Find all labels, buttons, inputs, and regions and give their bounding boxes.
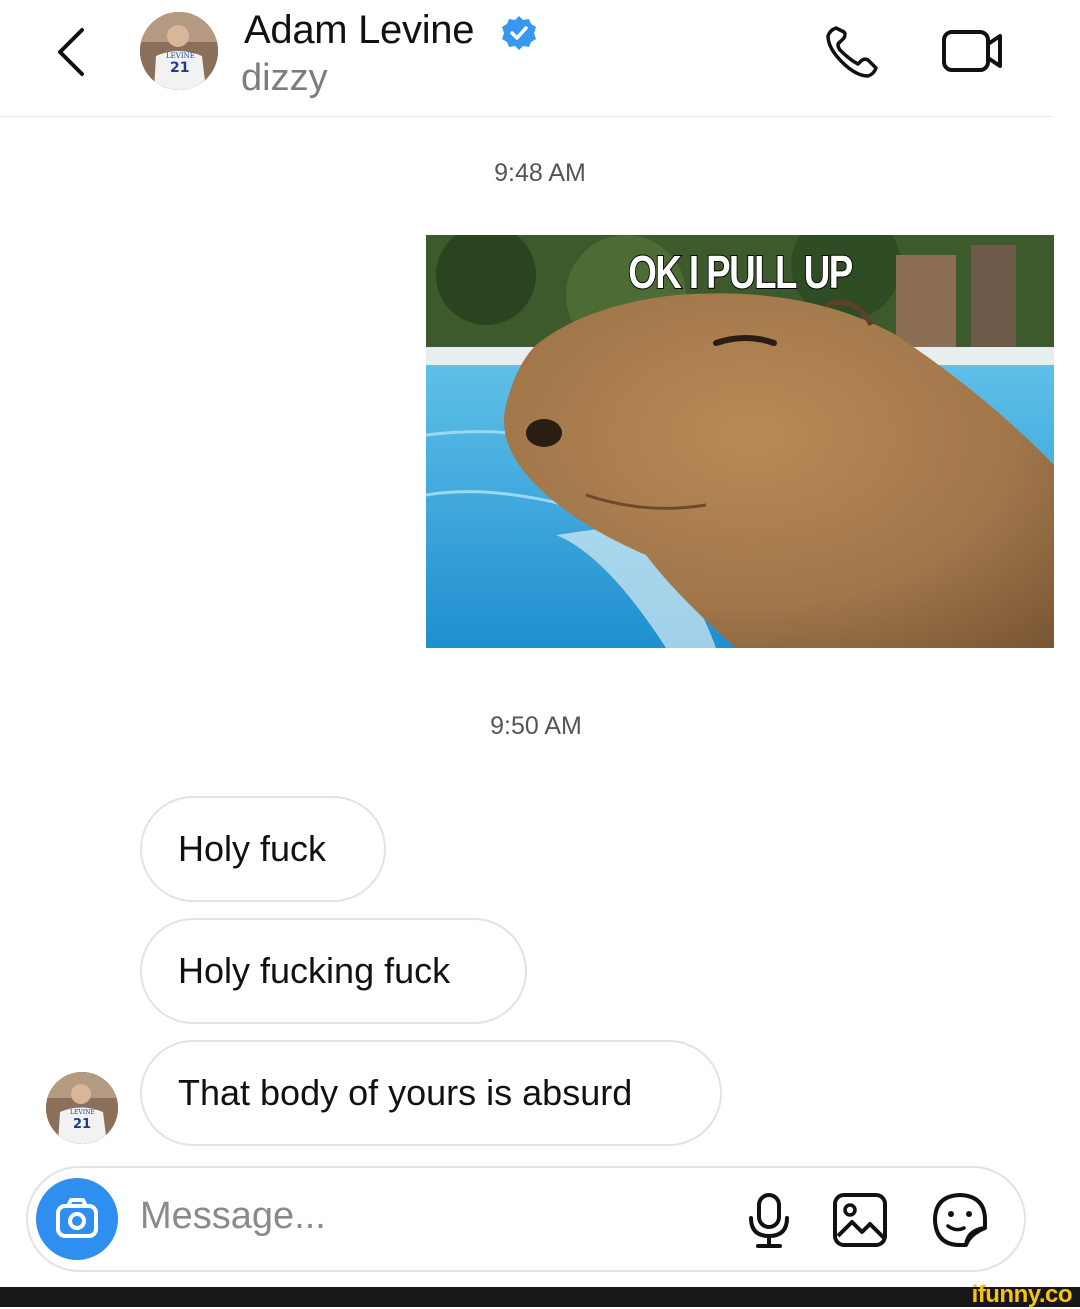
microphone-icon [749,1193,789,1248]
timestamp: 9:50 AM [490,712,582,740]
message-bubble[interactable]: Holy fucking fuck [140,918,527,1024]
svg-text:21: 21 [170,60,189,76]
meme-caption: OK I PULL UP [627,245,854,299]
gallery-button[interactable] [830,1190,890,1250]
timestamp: 9:48 AM [494,159,586,187]
avatar-image: 21 LEVINE [140,12,218,90]
camera-icon [56,1198,98,1238]
message-bubble[interactable]: That body of yours is absurd [140,1040,722,1146]
svg-text:LEVINE: LEVINE [70,1109,95,1116]
header-divider [0,116,1052,117]
call-button[interactable] [822,22,882,82]
message-bubble[interactable]: Holy fuck [140,796,386,902]
voice-message-button[interactable] [744,1192,794,1250]
video-call-button[interactable] [940,24,1006,78]
meme-image-message[interactable]: OK I PULL UP [426,235,1054,648]
video-call-icon [942,30,1002,72]
camera-button[interactable] [36,1178,118,1260]
sticker-button[interactable] [930,1190,990,1250]
contact-avatar[interactable]: 21 LEVINE [140,12,218,90]
bottom-bar [0,1287,1080,1307]
verified-badge-icon [500,14,538,52]
gallery-icon [833,1193,887,1247]
watermark: ifunny.co [971,1281,1073,1308]
contact-name[interactable]: Adam Levine [244,8,474,53]
svg-text:21: 21 [73,1117,91,1132]
svg-text:LEVINE: LEVINE [166,52,195,60]
sender-avatar[interactable]: 21 LEVINE [46,1072,118,1144]
message-input[interactable] [140,1195,700,1238]
back-button[interactable] [52,26,92,78]
avatar-image: 21 LEVINE [46,1072,118,1144]
chevron-left-icon [58,28,84,76]
contact-subtitle: dizzy [241,57,328,99]
phone-icon [826,26,878,78]
sticker-icon [933,1193,987,1247]
